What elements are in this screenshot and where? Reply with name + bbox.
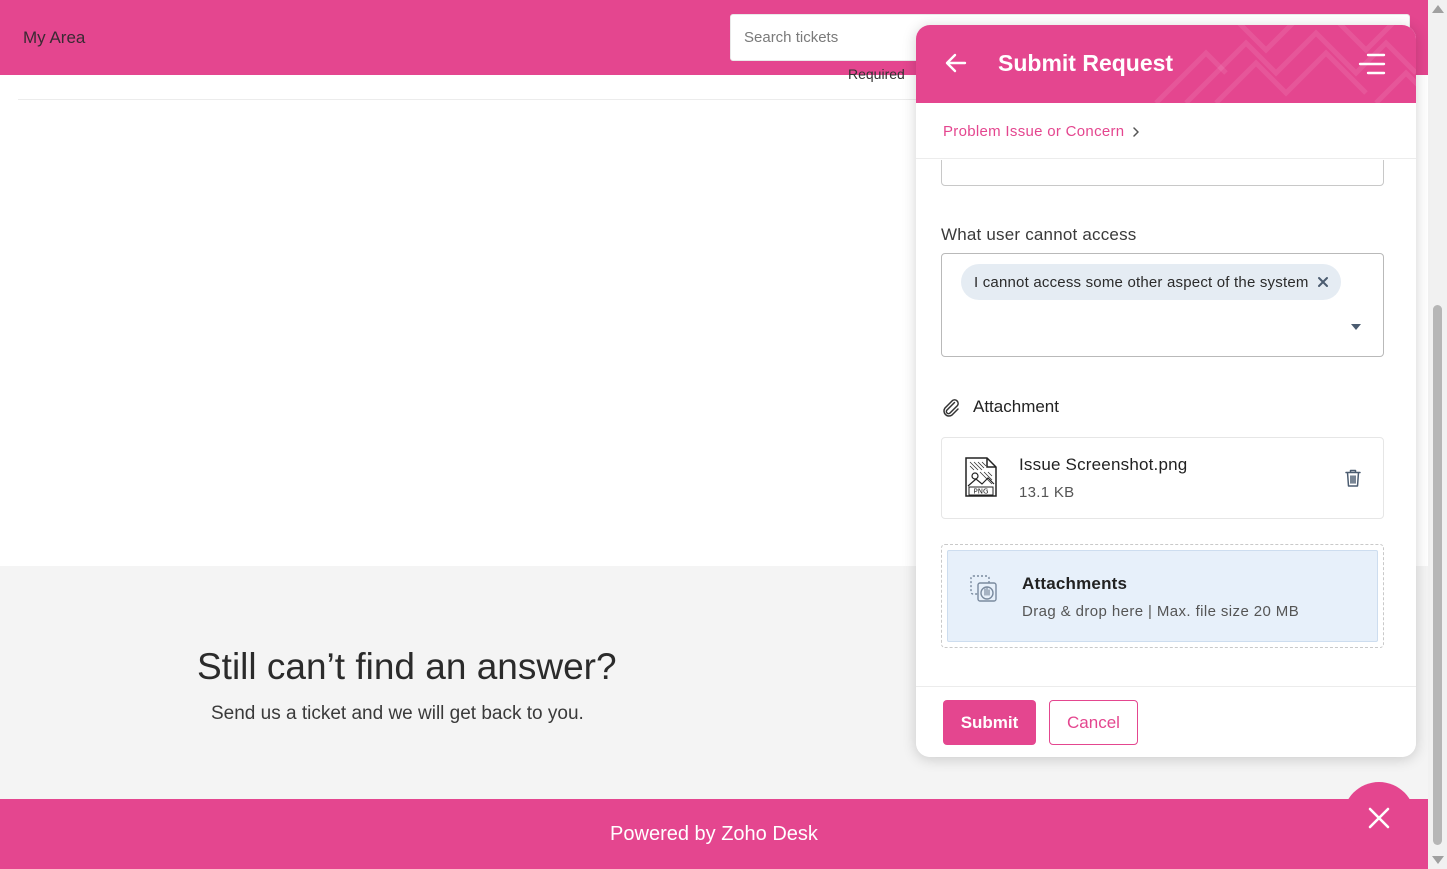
help-subtitle: Send us a ticket and we will get back to… — [211, 703, 584, 724]
breadcrumb[interactable]: Problem Issue or Concern — [943, 123, 1140, 140]
back-button[interactable] — [944, 51, 968, 75]
dropzone-title: Attachments — [1022, 574, 1128, 593]
breadcrumb-bar: Problem Issue or Concern — [916, 103, 1416, 159]
page-footer: Powered by Zoho Desk — [0, 799, 1428, 869]
panel-menu-button[interactable] — [1358, 50, 1386, 78]
close-icon — [1368, 807, 1390, 829]
breadcrumb-label: Problem Issue or Concern — [943, 123, 1125, 140]
arrow-left-icon — [945, 53, 967, 73]
panel-header: Submit Request — [916, 25, 1416, 103]
access-field-label: What user cannot access — [941, 225, 1137, 244]
form-body: What user cannot access I cannot access … — [916, 160, 1416, 687]
attachment-section-title: Attachment — [941, 397, 1059, 417]
panel-footer: Submit Cancel — [916, 686, 1416, 757]
required-label: Required — [848, 66, 905, 82]
png-file-icon: PNG — [965, 457, 997, 497]
file-name: Issue Screenshot.png — [1019, 455, 1188, 474]
scroll-up-arrow-icon[interactable] — [1432, 5, 1444, 13]
close-widget-button[interactable] — [1343, 782, 1415, 854]
dropzone-upload-area[interactable]: Attachments Drag & drop here | Max. file… — [947, 550, 1378, 642]
cancel-button[interactable]: Cancel — [1049, 700, 1138, 745]
page-scrollbar[interactable] — [1428, 0, 1447, 869]
previous-form-field[interactable] — [941, 160, 1384, 186]
attachment-dropzone: Attachments Drag & drop here | Max. file… — [941, 544, 1384, 648]
chevron-right-icon — [1133, 126, 1140, 137]
trash-icon[interactable] — [1344, 468, 1362, 488]
content-divider — [18, 99, 918, 100]
attachment-label: Attachment — [973, 397, 1059, 416]
drag-drop-icon — [970, 575, 997, 602]
selected-option-chip: I cannot access some other aspect of the… — [961, 264, 1341, 300]
paperclip-icon — [943, 399, 959, 417]
remove-chip-icon[interactable] — [1317, 276, 1329, 288]
panel-title: Submit Request — [998, 50, 1174, 76]
dropzone-subtitle: Drag & drop here | Max. file size 20 MB — [1022, 603, 1300, 620]
submit-request-panel: Submit Request Problem Issue or Concern … — [916, 25, 1416, 757]
chip-label: I cannot access some other aspect of the… — [974, 273, 1309, 291]
powered-by-text[interactable]: Powered by Zoho Desk — [0, 823, 1428, 846]
access-multiselect[interactable]: I cannot access some other aspect of the… — [941, 253, 1384, 357]
png-badge-text: PNG — [974, 488, 989, 496]
menu-icon — [1358, 53, 1386, 75]
attached-file-card: PNG Issue Screenshot.png 13.1 KB — [941, 437, 1384, 519]
dropdown-caret-icon[interactable] — [1351, 324, 1361, 330]
brand-link-my-area[interactable]: My Area — [23, 28, 85, 48]
file-size: 13.1 KB — [1019, 484, 1075, 501]
scroll-thumb[interactable] — [1433, 305, 1442, 845]
help-title: Still can’t find an answer? — [197, 646, 617, 687]
submit-button[interactable]: Submit — [943, 700, 1036, 745]
scroll-down-arrow-icon[interactable] — [1432, 856, 1444, 864]
